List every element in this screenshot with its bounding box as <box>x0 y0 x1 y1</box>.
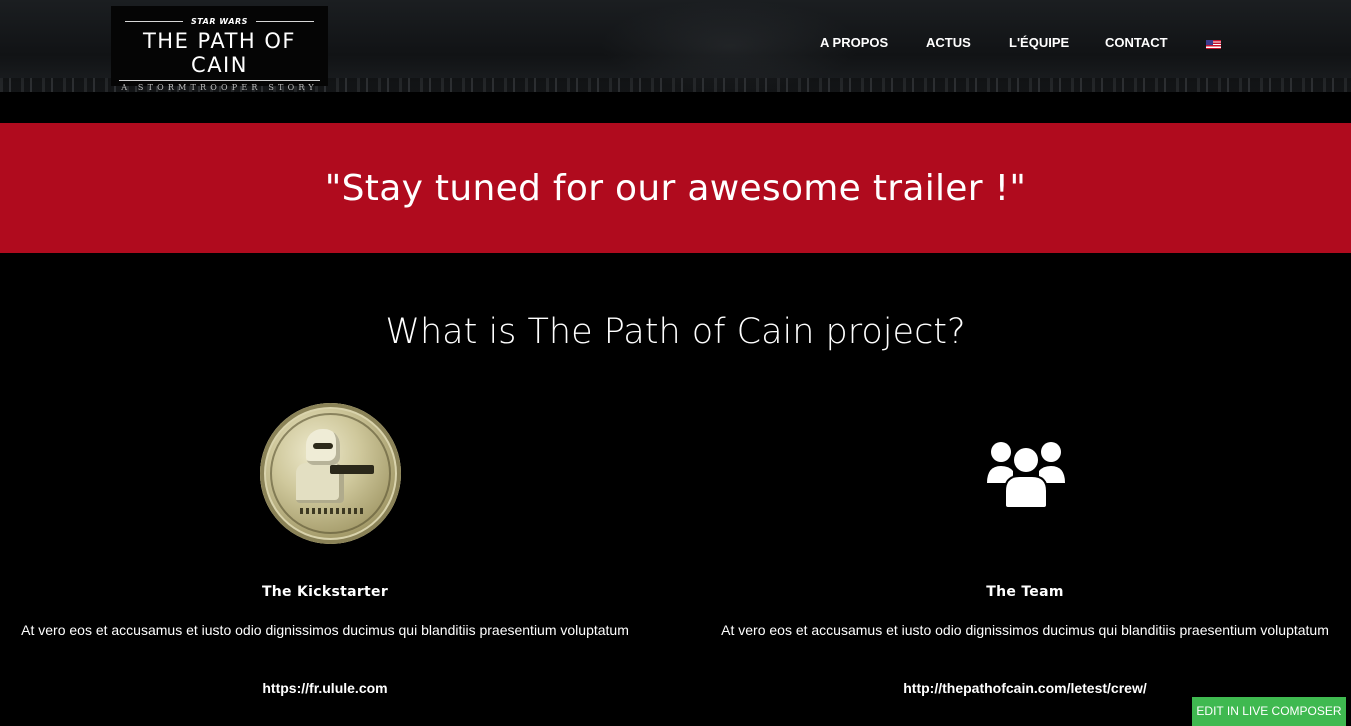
nav-item-actus[interactable]: ACTUS <box>926 35 971 50</box>
logo-title: THE PATH OF CAIN <box>142 29 297 77</box>
logo-rule-left <box>125 21 183 22</box>
logo-divider <box>119 80 320 81</box>
section-title: What is The Path of Cain project? <box>385 312 966 352</box>
site-header: STAR WARS THE PATH OF CAIN A STORMTROOPE… <box>0 0 1351 92</box>
logo-rule-right <box>256 21 314 22</box>
feature-link-team[interactable]: http://thepathofcain.com/letest/crew/ <box>700 680 1350 696</box>
feature-title-kickstarter: The Kickstarter <box>261 584 389 600</box>
logo-subtitle: A STORMTROOPER STORY <box>121 83 318 92</box>
feature-text-team: At vero eos et accusamus et iusto odio d… <box>721 622 1329 638</box>
nav-item-contact[interactable]: CONTACT <box>1105 35 1168 50</box>
banner-quote: "Stay tuned for our awesome trailer !" <box>324 167 1027 209</box>
site-logo[interactable]: STAR WARS THE PATH OF CAIN A STORMTROOPE… <box>111 6 328 92</box>
feature-text-kickstarter: At vero eos et accusamus et iusto odio d… <box>21 622 629 638</box>
trailer-banner: "Stay tuned for our awesome trailer !" <box>0 123 1351 253</box>
edit-live-composer-button[interactable]: EDIT IN LIVE COMPOSER <box>1192 697 1346 726</box>
us-flag-icon[interactable] <box>1206 40 1221 49</box>
feature-link-kickstarter[interactable]: https://fr.ulule.com <box>0 680 650 696</box>
feature-title-team: The Team <box>986 584 1064 600</box>
nav-item-equipe[interactable]: L'ÉQUIPE <box>1009 35 1069 50</box>
team-icon <box>987 442 1065 507</box>
nav-item-a-propos[interactable]: A PROPOS <box>820 35 888 50</box>
stormtrooper-coin-icon <box>260 403 401 544</box>
